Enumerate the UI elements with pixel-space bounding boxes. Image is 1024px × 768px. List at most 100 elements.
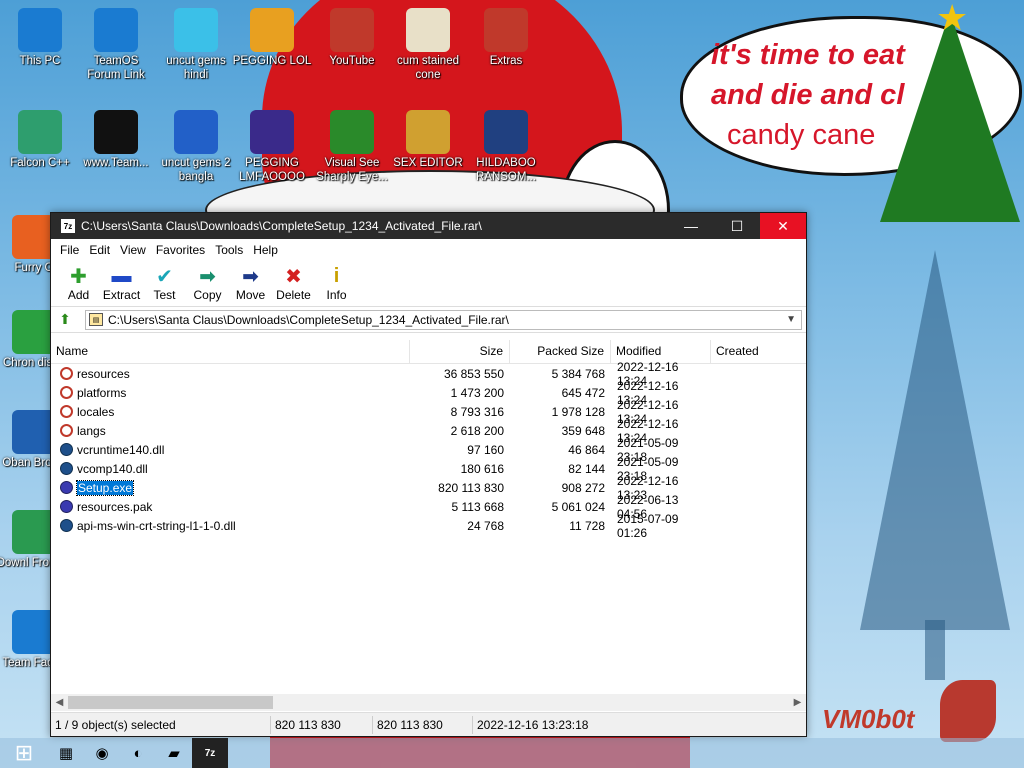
cell-name: locales bbox=[51, 405, 410, 419]
scroll-left-icon[interactable]: ◀ bbox=[51, 697, 68, 708]
column-packed-size[interactable]: Packed Size bbox=[510, 340, 611, 363]
cell-name: platforms bbox=[51, 386, 410, 400]
desktop-icon[interactable]: Extras bbox=[466, 8, 546, 68]
file-name: resources.pak bbox=[77, 499, 153, 514]
desktop-icon[interactable]: uncut gems hindi bbox=[156, 8, 236, 82]
computer-icon bbox=[18, 8, 62, 52]
info-button[interactable]: i Info bbox=[315, 264, 358, 306]
desktop-icon-label: Falcon C++ bbox=[10, 157, 70, 169]
bubble-line-1: it's time to eat bbox=[711, 39, 905, 71]
cell-packed-size: 908 272 bbox=[561, 480, 605, 495]
cell-name: api-ms-win-crt-string-l1-1-0.dll bbox=[51, 519, 410, 533]
desktop-icon-label: PEGGING LOL bbox=[232, 55, 312, 67]
menu-tools[interactable]: Tools bbox=[210, 243, 248, 257]
file-explorer-icon[interactable]: ▰ bbox=[156, 738, 192, 768]
desktop-icon[interactable]: TeamOS Forum Link bbox=[76, 8, 156, 82]
add-button[interactable]: ✚ Add bbox=[57, 264, 100, 306]
toolbar-label: Test bbox=[153, 288, 176, 302]
close-button[interactable]: ✕ bbox=[760, 213, 806, 239]
test-icon: ✔ bbox=[156, 265, 173, 288]
cell-name: Setup.exe bbox=[51, 479, 410, 496]
title-bar[interactable]: 7z C:\Users\Santa Claus\Downloads\Comple… bbox=[51, 213, 806, 239]
menu-view[interactable]: View bbox=[115, 243, 151, 257]
extract-button[interactable]: ▬ Extract bbox=[100, 264, 143, 306]
menu-help[interactable]: Help bbox=[248, 243, 283, 257]
desktop-icon[interactable]: This PC bbox=[0, 8, 80, 68]
cell-size: 2 618 200 bbox=[450, 423, 504, 438]
desktop-icon-label: cum stained cone bbox=[396, 55, 459, 81]
cell-modified: 2015-07-09 01:26 bbox=[617, 511, 679, 540]
minimize-button[interactable]: — bbox=[668, 213, 714, 239]
toolbar: ✚ Add ▬ Extract ✔ Test ➡ Copy ➡ Move ✖ Delete i Info bbox=[51, 261, 806, 307]
move-button[interactable]: ➡ Move bbox=[229, 264, 272, 306]
desktop-icon-label: This PC bbox=[19, 55, 61, 67]
delete-button[interactable]: ✖ Delete bbox=[272, 264, 315, 306]
task-view-icon[interactable]: ▦ bbox=[48, 738, 84, 768]
horizontal-scrollbar[interactable]: ◀ ▶ bbox=[51, 694, 806, 711]
delete-icon: ✖ bbox=[285, 265, 302, 288]
exe-file-icon bbox=[60, 500, 73, 513]
up-folder-icon[interactable]: ⬆ bbox=[55, 311, 75, 329]
cell-packed-size: 1 978 128 bbox=[551, 404, 605, 419]
cell-packed-size: 359 648 bbox=[561, 423, 605, 438]
desktop-icon[interactable]: www.Team... bbox=[76, 110, 156, 170]
menu-favorites[interactable]: Favorites bbox=[151, 243, 210, 257]
file-name: vcomp140.dll bbox=[77, 461, 148, 476]
cell-size: 97 160 bbox=[467, 442, 504, 457]
desktop-icon[interactable]: PEGGING LOL bbox=[232, 8, 312, 68]
desktop-icon[interactable]: YouTube bbox=[312, 8, 392, 68]
script-icon bbox=[484, 110, 528, 154]
copy-icon: ➡ bbox=[199, 265, 216, 288]
status-bar: 1 / 9 object(s) selected 820 113 830 820… bbox=[51, 712, 806, 736]
column-name[interactable]: Name bbox=[51, 340, 410, 363]
cell-packed-size: 82 144 bbox=[568, 461, 605, 476]
scroll-thumb[interactable] bbox=[68, 696, 273, 709]
desktop-icon-label: HILDABOO RANSOM... bbox=[475, 157, 537, 183]
csharp-icon bbox=[330, 110, 374, 154]
toolbar-label: Extract bbox=[102, 288, 141, 302]
toolbar-label: Move bbox=[235, 288, 266, 302]
add-icon: ✚ bbox=[70, 265, 87, 288]
desktop-icon[interactable]: Visual See Sharply Eye... bbox=[312, 110, 392, 184]
copy-button[interactable]: ➡ Copy bbox=[186, 264, 229, 306]
cell-name: langs bbox=[51, 424, 410, 438]
file-name: api-ms-win-crt-string-l1-1-0.dll bbox=[77, 518, 236, 533]
folder-file-icon bbox=[60, 405, 73, 418]
desktop-icon[interactable]: HILDABOO RANSOM... bbox=[466, 110, 546, 184]
table-row[interactable]: api-ms-win-crt-string-l1-1-0.dll 24 768 11… bbox=[51, 512, 806, 540]
7zip-icon[interactable]: 7z bbox=[192, 738, 228, 768]
desktop-icon-label: SEX EDITOR bbox=[393, 157, 463, 169]
menu-file[interactable]: File bbox=[55, 243, 84, 257]
menu-bar: File Edit View Favorites Tools Help bbox=[51, 239, 806, 261]
scroll-right-icon[interactable]: ▶ bbox=[789, 697, 806, 708]
column-size[interactable]: Size bbox=[410, 340, 510, 363]
file-name: locales bbox=[77, 404, 115, 419]
chrome-icon[interactable]: ◉ bbox=[84, 738, 120, 768]
desktop-icon[interactable]: uncut gems 2 bangla bbox=[156, 110, 236, 184]
maximize-button[interactable]: ☐ bbox=[714, 213, 760, 239]
tree-star-icon: ★ bbox=[936, 0, 969, 38]
address-field[interactable]: ▤ C:\Users\Santa Claus\Downloads\Complet… bbox=[85, 309, 802, 330]
desktop-icon[interactable]: Falcon C++ bbox=[0, 110, 80, 170]
background-tree bbox=[860, 250, 1010, 630]
cell-size: 24 768 bbox=[467, 518, 504, 533]
windows-start-icon[interactable]: ⊞ bbox=[0, 738, 48, 768]
firefox-icon[interactable]: ◐ bbox=[120, 738, 156, 768]
toolbar-label: Info bbox=[326, 288, 347, 302]
desktop-icon[interactable]: PEGGING LMFAOOOO bbox=[232, 110, 312, 184]
desktop-icon[interactable]: cum stained cone bbox=[388, 8, 468, 82]
cell-name: resources.pak bbox=[51, 500, 410, 514]
cell-size: 820 113 830 bbox=[438, 480, 504, 495]
desktop-icon-label: YouTube bbox=[329, 55, 375, 67]
test-button[interactable]: ✔ Test bbox=[143, 264, 186, 306]
menu-edit[interactable]: Edit bbox=[84, 243, 115, 257]
photo-icon bbox=[484, 8, 528, 52]
chevron-down-icon[interactable]: ▼ bbox=[781, 314, 801, 325]
scroll-track[interactable] bbox=[68, 696, 789, 709]
cell-name: resources bbox=[51, 367, 410, 381]
christmas-tree bbox=[880, 12, 1020, 222]
column-created[interactable]: Created bbox=[711, 340, 806, 363]
extract-icon: ▬ bbox=[111, 264, 132, 287]
info-icon: i bbox=[333, 264, 340, 287]
desktop-icon[interactable]: SEX EDITOR bbox=[388, 110, 468, 170]
